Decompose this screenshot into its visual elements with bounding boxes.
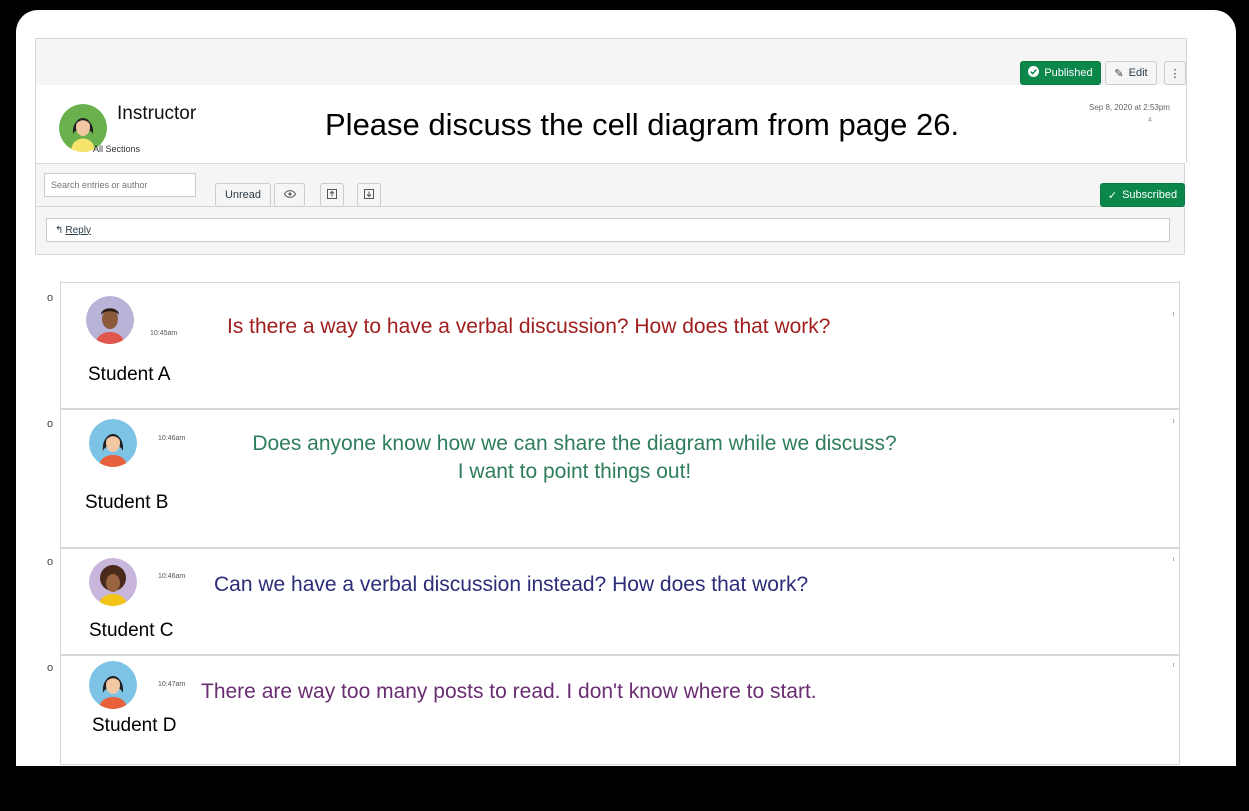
reply-label: Reply — [65, 224, 91, 236]
check-icon: ✓ — [1107, 189, 1118, 202]
published-button[interactable]: Published — [1020, 61, 1101, 85]
student-avatar — [89, 558, 137, 606]
entry-options-icon[interactable]: ··· — [1168, 662, 1179, 666]
entry-time: 10:46am — [158, 435, 186, 442]
student-avatar — [86, 296, 134, 344]
entry-options-icon[interactable]: ··· — [1168, 418, 1179, 422]
collapse-all-button[interactable] — [320, 183, 344, 207]
arrow-down-icon — [364, 188, 374, 202]
student-name[interactable]: Student D — [92, 715, 177, 737]
entry-marker: o — [47, 662, 54, 674]
list-item — [60, 548, 1180, 655]
post-date: Sep 8, 2020 at 2:53pm — [1089, 103, 1170, 112]
topic-actions-bar — [35, 38, 1187, 86]
entry-message: Does anyone know how we can share the di… — [216, 430, 933, 486]
student-name[interactable]: Student A — [88, 364, 170, 386]
eye-toggle-button[interactable] — [274, 183, 305, 207]
expand-all-button[interactable] — [357, 183, 381, 207]
entry-message: Is there a way to have a verbal discussi… — [227, 315, 831, 338]
reply-count: 4 — [1148, 117, 1152, 124]
entry-marker: o — [47, 292, 54, 304]
student-avatar — [89, 419, 137, 467]
reply-arrow-icon: ↰ — [55, 224, 64, 236]
check-circle-icon — [1028, 66, 1040, 80]
entry-message-line: I want to point things out! — [457, 460, 692, 483]
entry-time: 10:45am — [150, 330, 178, 337]
unread-button[interactable]: Unread — [215, 183, 271, 207]
pencil-icon: ✎ — [1114, 67, 1124, 80]
more-options-button[interactable]: ⋮ — [1164, 61, 1186, 85]
edit-button[interactable]: ✎ Edit — [1105, 61, 1157, 85]
entry-message: There are way too many posts to read. I … — [201, 680, 817, 703]
frame-edge — [0, 766, 1249, 811]
more-options-icon: ⋮ — [1169, 67, 1181, 80]
subscribed-label: Subscribed — [1122, 189, 1178, 201]
entry-message: Can we have a verbal discussion instead?… — [214, 573, 809, 596]
edit-label: Edit — [1128, 67, 1148, 79]
entry-time: 10:47am — [158, 681, 186, 688]
sections-label: All Sections — [93, 144, 141, 154]
topic-message: Please discuss the cell diagram from pag… — [325, 107, 960, 142]
list-item — [60, 655, 1180, 765]
student-name[interactable]: Student C — [89, 620, 174, 642]
entry-options-icon[interactable]: ··· — [1168, 311, 1179, 315]
entry-time: 10:46am — [158, 573, 186, 580]
list-item — [60, 282, 1180, 409]
arrow-up-icon — [327, 188, 337, 202]
entry-marker: o — [47, 556, 54, 568]
student-avatar — [89, 661, 137, 709]
eye-icon — [283, 189, 296, 201]
entry-message-line: Does anyone know how we can share the di… — [252, 432, 897, 455]
reply-button[interactable]: ↰ Reply — [46, 218, 1170, 242]
entry-options-icon[interactable]: ··· — [1168, 556, 1179, 560]
subscribed-button[interactable]: ✓ Subscribed — [1100, 183, 1185, 207]
discussion-toolbar — [35, 163, 1185, 207]
entry-marker: o — [47, 418, 54, 430]
student-name[interactable]: Student B — [85, 492, 168, 514]
search-input[interactable] — [44, 173, 196, 197]
unread-label: Unread — [224, 189, 262, 201]
instructor-name[interactable]: Instructor — [117, 103, 196, 125]
published-label: Published — [1044, 67, 1093, 79]
